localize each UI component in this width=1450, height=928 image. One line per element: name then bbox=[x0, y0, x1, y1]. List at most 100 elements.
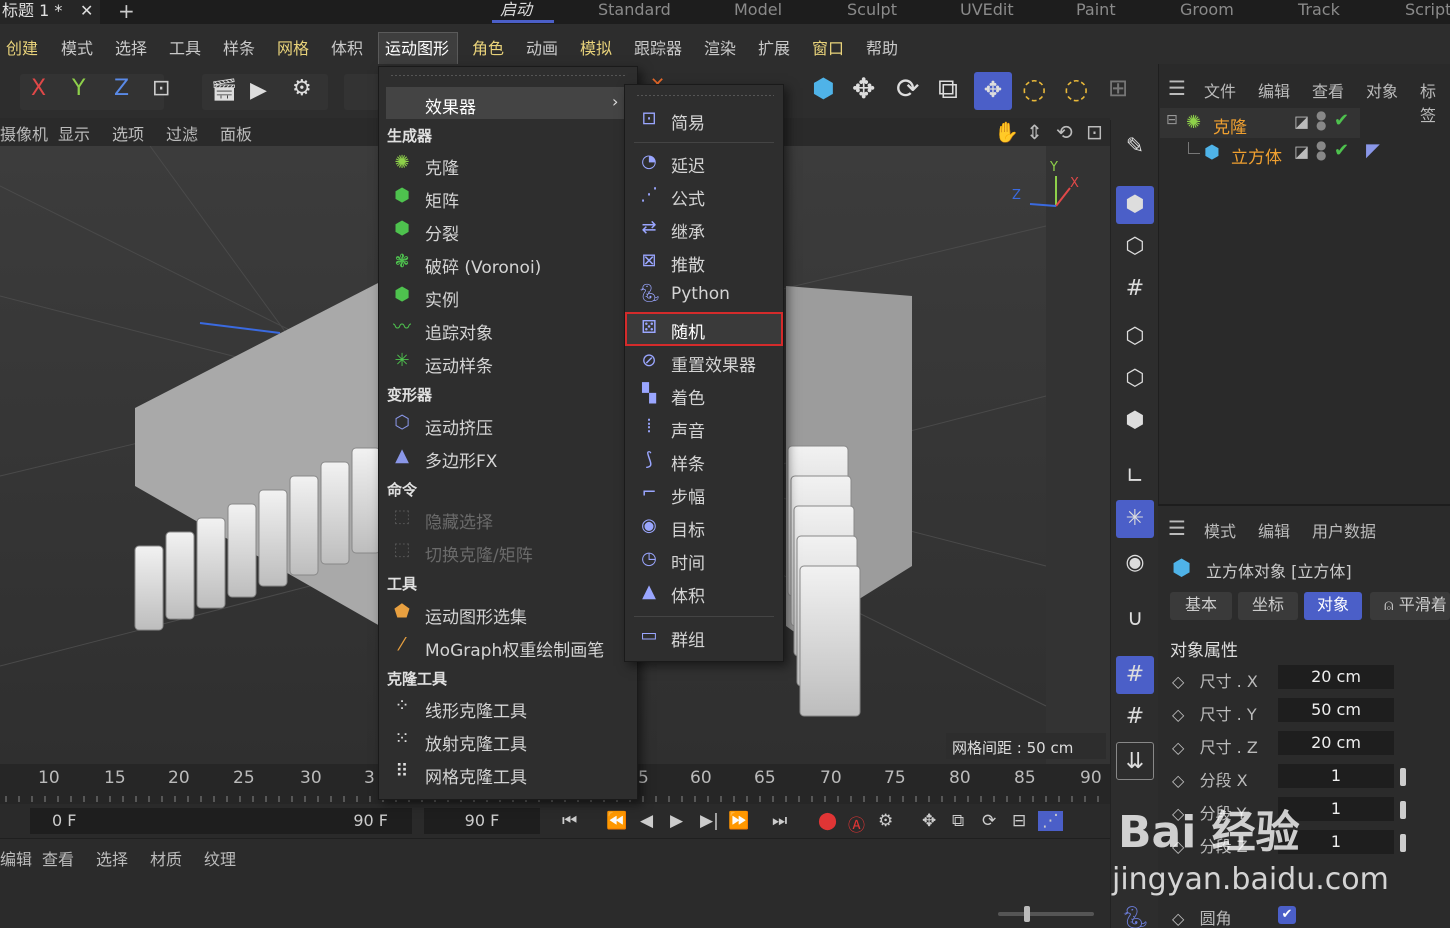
tab-object[interactable]: 对象 bbox=[1304, 592, 1362, 620]
z-axis-lock-button[interactable]: Z bbox=[114, 76, 129, 101]
material-menu-material[interactable]: 材质 bbox=[150, 846, 182, 870]
visibility-dots-icon[interactable]: ● ● bbox=[1316, 139, 1326, 161]
keyframe-diamond-icon[interactable]: ◇ bbox=[1172, 705, 1184, 724]
menu-item-delay[interactable]: 延迟 bbox=[671, 152, 705, 177]
menu-spline[interactable]: 样条 bbox=[223, 24, 255, 64]
move-icon[interactable]: ✥ bbox=[852, 72, 875, 105]
menu-animate[interactable]: 动画 bbox=[526, 24, 558, 64]
floor-snap-icon[interactable]: ⇊ bbox=[1116, 742, 1154, 780]
workplane-icon[interactable]: ⊞ bbox=[1108, 74, 1128, 102]
layout-tab-track[interactable]: Track bbox=[1298, 0, 1340, 24]
play-icon[interactable]: ▶ bbox=[670, 811, 683, 831]
menu-item-spline[interactable]: 样条 bbox=[671, 450, 705, 475]
size-z-field[interactable]: 20 cm bbox=[1278, 731, 1394, 755]
coordinate-system-icon[interactable]: ⊡ bbox=[152, 76, 170, 101]
y-axis-lock-button[interactable]: Y bbox=[72, 76, 85, 101]
render-picture-viewer-icon[interactable]: ▶ bbox=[250, 78, 267, 103]
menu-item-reeffector[interactable]: 重置效果器 bbox=[671, 351, 756, 376]
menu-item-grid-clone[interactable]: 网格克隆工具 bbox=[425, 763, 527, 788]
python-icon[interactable]: 🐍︎ bbox=[1116, 900, 1154, 928]
menu-simulate[interactable]: 模拟 bbox=[580, 24, 612, 64]
menu-volume[interactable]: 体积 bbox=[331, 24, 363, 64]
attr-menu-user-data[interactable]: 用户数据 bbox=[1312, 518, 1376, 542]
menu-item-polyfx[interactable]: 多边形FX bbox=[425, 447, 497, 472]
segments-x-field[interactable]: 1 bbox=[1278, 764, 1394, 788]
x-axis-lock-button[interactable]: X bbox=[31, 76, 46, 101]
menu-item-time[interactable]: 时间 bbox=[671, 549, 705, 574]
soft-selection-icon[interactable]: ◌ bbox=[1022, 72, 1046, 105]
keyframe-diamond-icon[interactable]: ◇ bbox=[1172, 909, 1184, 928]
menu-item-weight-paint[interactable]: MoGraph权重绘制画笔 bbox=[425, 636, 604, 661]
current-frame-field[interactable]: 90 F bbox=[424, 808, 540, 834]
hamburger-icon[interactable]: ☰ bbox=[1168, 76, 1186, 100]
render-settings-icon[interactable]: ⚙ bbox=[292, 76, 312, 101]
menu-item-radial-clone[interactable]: 放射克隆工具 bbox=[425, 730, 527, 755]
next-frame-icon[interactable]: ▶| bbox=[700, 811, 719, 831]
maximize-view-icon[interactable]: ⊡ bbox=[1086, 120, 1103, 144]
material-menu-texture[interactable]: 纹理 bbox=[204, 846, 236, 870]
close-icon[interactable]: ✕ bbox=[80, 0, 93, 22]
magnet-icon[interactable]: ∪ bbox=[1116, 600, 1154, 638]
menu-item-linear-clone[interactable]: 线形克隆工具 bbox=[425, 697, 527, 722]
menu-item-volume[interactable]: 体积 bbox=[671, 582, 705, 607]
menu-item-effector[interactable]: 效果器 bbox=[425, 93, 476, 118]
material-menu-view[interactable]: 查看 bbox=[42, 846, 74, 870]
menu-select[interactable]: 选择 bbox=[115, 24, 147, 64]
edit-visibility-icon[interactable]: ◪ bbox=[1294, 112, 1309, 131]
zoom-view-icon[interactable]: ⇕ bbox=[1026, 120, 1043, 144]
attr-menu-mode[interactable]: 模式 bbox=[1204, 518, 1236, 542]
menu-item-formula[interactable]: 公式 bbox=[671, 185, 705, 210]
edges-mode-icon[interactable]: ⬡ bbox=[1116, 360, 1154, 398]
object-name-cube[interactable]: 立方体 bbox=[1231, 143, 1282, 168]
phong-tag-icon[interactable]: ◤ bbox=[1366, 140, 1380, 161]
menu-item-matrix[interactable]: 矩阵 bbox=[425, 187, 459, 212]
view-menu-camera[interactable]: 摄像机 bbox=[0, 121, 48, 145]
key-pla-icon[interactable]: ⋰ bbox=[1038, 811, 1063, 831]
material-menu-edit[interactable]: 编辑 bbox=[0, 846, 32, 870]
menu-item-fracture[interactable]: 分裂 bbox=[425, 220, 459, 245]
render-view-icon[interactable]: 🎬︎ bbox=[210, 78, 238, 103]
layout-tab-script[interactable]: Script bbox=[1405, 0, 1450, 24]
transform-tool-icon[interactable]: ✥ bbox=[974, 72, 1012, 110]
layout-tab-paint[interactable]: Paint bbox=[1076, 0, 1116, 24]
hamburger-icon[interactable]: ☰ bbox=[1168, 516, 1186, 540]
tear-off-handle[interactable] bbox=[390, 74, 626, 77]
enabled-check-icon[interactable]: ✔ bbox=[1334, 140, 1349, 161]
key-rotation-icon[interactable]: ⟳ bbox=[982, 811, 996, 831]
layout-tab-model[interactable]: Model bbox=[734, 0, 782, 24]
keyframe-diamond-icon[interactable]: ◇ bbox=[1172, 771, 1184, 790]
zoom-slider-track[interactable] bbox=[998, 912, 1094, 916]
points-mode-icon[interactable]: ⬡ bbox=[1116, 318, 1154, 356]
segments-x-slider[interactable] bbox=[1400, 768, 1406, 786]
orbit-view-icon[interactable]: ⟲ bbox=[1056, 120, 1073, 144]
cube-icon[interactable]: ⬢ bbox=[812, 74, 835, 104]
menu-item-mospline[interactable]: 运动样条 bbox=[425, 352, 493, 377]
menu-item-mograph-selection[interactable]: 运动图形选集 bbox=[425, 603, 527, 628]
keyframe-diamond-icon[interactable]: ◇ bbox=[1172, 738, 1184, 757]
material-menu-select[interactable]: 选择 bbox=[96, 846, 128, 870]
layout-tab-uvedit[interactable]: UVEdit bbox=[960, 0, 1014, 24]
menu-item-hide-selection[interactable]: 隐藏选择 bbox=[425, 508, 493, 533]
object-name-clone[interactable]: 克隆 bbox=[1213, 113, 1247, 138]
menu-tracker[interactable]: 跟踪器 bbox=[634, 24, 682, 64]
menu-item-random[interactable]: 随机 bbox=[671, 318, 705, 343]
menu-item-group[interactable]: 群组 bbox=[671, 626, 705, 651]
visibility-dots-icon[interactable]: ● ● bbox=[1316, 109, 1326, 131]
model-mode-icon[interactable]: ⬢ bbox=[1116, 186, 1154, 224]
spline-pen-button[interactable] bbox=[344, 74, 380, 110]
menu-item-tracer[interactable]: 追踪对象 bbox=[425, 319, 493, 344]
document-tab[interactable]: 标题 1 * ✕ bbox=[0, 0, 100, 24]
menu-item-voronoi[interactable]: 破碎 (Voronoi) bbox=[425, 253, 541, 278]
menu-extensions[interactable]: 扩展 bbox=[758, 24, 790, 64]
view-menu-filter[interactable]: 过滤 bbox=[166, 121, 198, 145]
object-menu-tags[interactable]: 标签 bbox=[1420, 78, 1450, 126]
menu-item-moextrude[interactable]: 运动挤压 bbox=[425, 414, 493, 439]
rotate-icon[interactable]: ⟳ bbox=[896, 72, 919, 105]
solo-mode-icon[interactable]: ◉ bbox=[1116, 544, 1154, 582]
menu-item-shader[interactable]: 着色 bbox=[671, 384, 705, 409]
tab-phong[interactable]: ⍝ 平滑着 bbox=[1370, 592, 1450, 620]
go-to-start-icon[interactable]: ⏮ bbox=[562, 811, 577, 831]
menu-create[interactable]: 创建 bbox=[6, 24, 38, 64]
menu-item-step[interactable]: 步幅 bbox=[671, 483, 705, 508]
previous-key-icon[interactable]: ⏪ bbox=[606, 811, 627, 831]
